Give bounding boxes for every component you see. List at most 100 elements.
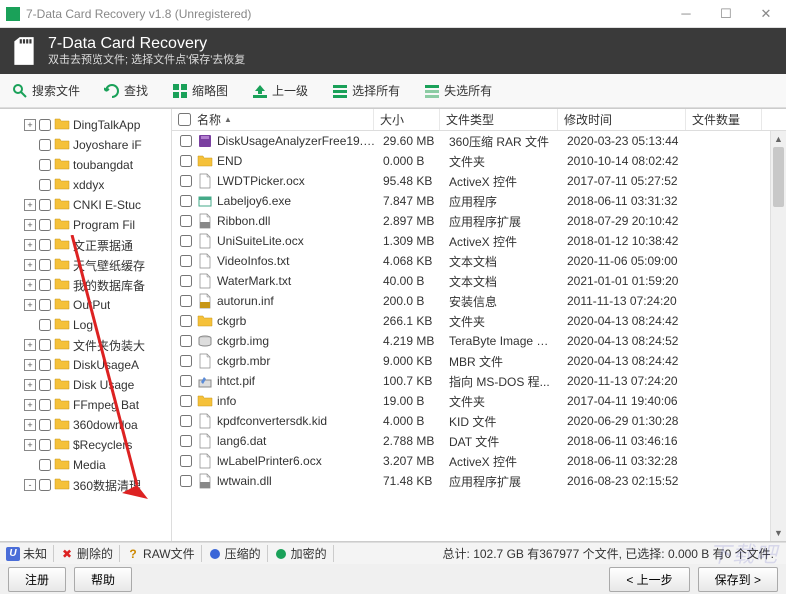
file-row[interactable]: kpdfconvertersdk.kid4.000 BKID 文件2020-06…: [172, 411, 786, 431]
row-checkbox[interactable]: [180, 455, 192, 467]
maximize-button[interactable]: ☐: [706, 0, 746, 28]
tree-item[interactable]: +OutPut: [0, 295, 171, 315]
file-list[interactable]: DiskUsageAnalyzerFree19.rar29.60 MB360压缩…: [172, 131, 786, 541]
tree-item[interactable]: +文件夹伪装大: [0, 335, 171, 355]
column-date[interactable]: 修改时间: [558, 109, 686, 130]
search-files-button[interactable]: 搜索文件: [6, 78, 86, 103]
column-type[interactable]: 文件类型: [440, 109, 558, 130]
file-row[interactable]: END0.000 B文件夹2010-10-14 08:02:42: [172, 151, 786, 171]
tree-item[interactable]: Media: [0, 455, 171, 475]
expand-icon[interactable]: +: [24, 219, 36, 231]
row-checkbox[interactable]: [180, 255, 192, 267]
column-count[interactable]: 文件数量: [686, 109, 762, 130]
tree-item[interactable]: xddyx: [0, 175, 171, 195]
file-row[interactable]: Ribbon.dll2.897 MB应用程序扩展2018-07-29 20:10…: [172, 211, 786, 231]
file-row[interactable]: lwtwain.dll71.48 KB应用程序扩展2016-08-23 02:1…: [172, 471, 786, 491]
tree-item[interactable]: +360downloa: [0, 415, 171, 435]
tree-checkbox[interactable]: [39, 439, 51, 451]
row-checkbox[interactable]: [180, 355, 192, 367]
tree-checkbox[interactable]: [39, 479, 51, 491]
tree-checkbox[interactable]: [39, 199, 51, 211]
tree-checkbox[interactable]: [39, 359, 51, 371]
column-name[interactable]: 名称: [172, 109, 374, 130]
tree-item[interactable]: +我的数据库备: [0, 275, 171, 295]
minimize-button[interactable]: ─: [666, 0, 706, 28]
tree-checkbox[interactable]: [39, 279, 51, 291]
tree-item[interactable]: toubangdat: [0, 155, 171, 175]
tree-checkbox[interactable]: [39, 339, 51, 351]
row-checkbox[interactable]: [180, 295, 192, 307]
tree-checkbox[interactable]: [39, 219, 51, 231]
expand-icon[interactable]: +: [24, 299, 36, 311]
tree-checkbox[interactable]: [39, 399, 51, 411]
tree-item[interactable]: +文正票据通: [0, 235, 171, 255]
row-checkbox[interactable]: [180, 135, 192, 147]
tree-item[interactable]: +$Recyclers: [0, 435, 171, 455]
tree-checkbox[interactable]: [39, 159, 51, 171]
file-row[interactable]: info19.00 B文件夹2017-04-11 19:40:06: [172, 391, 786, 411]
tree-checkbox[interactable]: [39, 299, 51, 311]
scroll-thumb[interactable]: [773, 147, 784, 207]
tree-item[interactable]: +FFmpeg Bat: [0, 395, 171, 415]
row-checkbox[interactable]: [180, 235, 192, 247]
save-button[interactable]: 保存到 >: [698, 567, 778, 592]
help-button[interactable]: 帮助: [74, 567, 132, 592]
row-checkbox[interactable]: [180, 215, 192, 227]
tree-checkbox[interactable]: [39, 259, 51, 271]
up-level-button[interactable]: 上一级: [246, 78, 314, 103]
file-row[interactable]: VideoInfos.txt4.068 KB文本文档2020-11-06 05:…: [172, 251, 786, 271]
select-all-button[interactable]: 选择所有: [326, 78, 406, 103]
row-checkbox[interactable]: [180, 175, 192, 187]
tree-checkbox[interactable]: [39, 319, 51, 331]
find-button[interactable]: 查找: [98, 78, 154, 103]
expand-icon[interactable]: +: [24, 399, 36, 411]
tree-item[interactable]: Joyoshare iF: [0, 135, 171, 155]
file-row[interactable]: ckgrb.mbr9.000 KBMBR 文件2020-04-13 08:24:…: [172, 351, 786, 371]
tree-checkbox[interactable]: [39, 459, 51, 471]
file-row[interactable]: WaterMark.txt40.00 B文本文档2021-01-01 01:59…: [172, 271, 786, 291]
tree-item[interactable]: -360数据清理: [0, 475, 171, 495]
scroll-up-icon[interactable]: ▲: [771, 131, 786, 147]
tree-item[interactable]: +Disk Usage: [0, 375, 171, 395]
row-checkbox[interactable]: [180, 315, 192, 327]
tree-checkbox[interactable]: [39, 239, 51, 251]
tree-checkbox[interactable]: [39, 179, 51, 191]
list-scrollbar[interactable]: ▲ ▼: [770, 131, 786, 541]
close-button[interactable]: ✕: [746, 0, 786, 28]
expand-icon[interactable]: +: [24, 199, 36, 211]
row-checkbox[interactable]: [180, 275, 192, 287]
expand-icon[interactable]: +: [24, 279, 36, 291]
file-row[interactable]: ihtct.pif100.7 KB指向 MS-DOS 程...2020-11-1…: [172, 371, 786, 391]
row-checkbox[interactable]: [180, 375, 192, 387]
tree-checkbox[interactable]: [39, 379, 51, 391]
column-size[interactable]: 大小: [374, 109, 440, 130]
tree-item[interactable]: +Program Fil: [0, 215, 171, 235]
expand-icon[interactable]: +: [24, 379, 36, 391]
expand-icon[interactable]: +: [24, 239, 36, 251]
expand-icon[interactable]: +: [24, 119, 36, 131]
register-button[interactable]: 注册: [8, 567, 66, 592]
file-row[interactable]: lwLabelPrinter6.ocx3.207 MBActiveX 控件201…: [172, 451, 786, 471]
file-row[interactable]: Labeljoy6.exe7.847 MB应用程序2018-06-11 03:3…: [172, 191, 786, 211]
row-checkbox[interactable]: [180, 415, 192, 427]
expand-icon[interactable]: -: [24, 479, 36, 491]
deselect-all-button[interactable]: 失选所有: [418, 78, 498, 103]
file-row[interactable]: LWDTPicker.ocx95.48 KBActiveX 控件2017-07-…: [172, 171, 786, 191]
scroll-down-icon[interactable]: ▼: [771, 525, 786, 541]
tree-item[interactable]: Log: [0, 315, 171, 335]
expand-icon[interactable]: +: [24, 259, 36, 271]
thumbnail-button[interactable]: 缩略图: [166, 78, 234, 103]
list-header[interactable]: 名称 大小 文件类型 修改时间 文件数量: [172, 109, 786, 131]
row-checkbox[interactable]: [180, 155, 192, 167]
row-checkbox[interactable]: [180, 435, 192, 447]
file-row[interactable]: ckgrb.img4.219 MBTeraByte Image Fil...20…: [172, 331, 786, 351]
file-row[interactable]: ckgrb266.1 KB文件夹2020-04-13 08:24:42: [172, 311, 786, 331]
row-checkbox[interactable]: [180, 395, 192, 407]
expand-icon[interactable]: +: [24, 439, 36, 451]
folder-tree[interactable]: +DingTalkAppJoyoshare iFtoubangdatxddyx+…: [0, 109, 172, 541]
select-all-checkbox[interactable]: [178, 113, 191, 126]
back-button[interactable]: < 上一步: [609, 567, 689, 592]
tree-checkbox[interactable]: [39, 139, 51, 151]
expand-icon[interactable]: +: [24, 419, 36, 431]
file-row[interactable]: lang6.dat2.788 MBDAT 文件2018-06-11 03:46:…: [172, 431, 786, 451]
